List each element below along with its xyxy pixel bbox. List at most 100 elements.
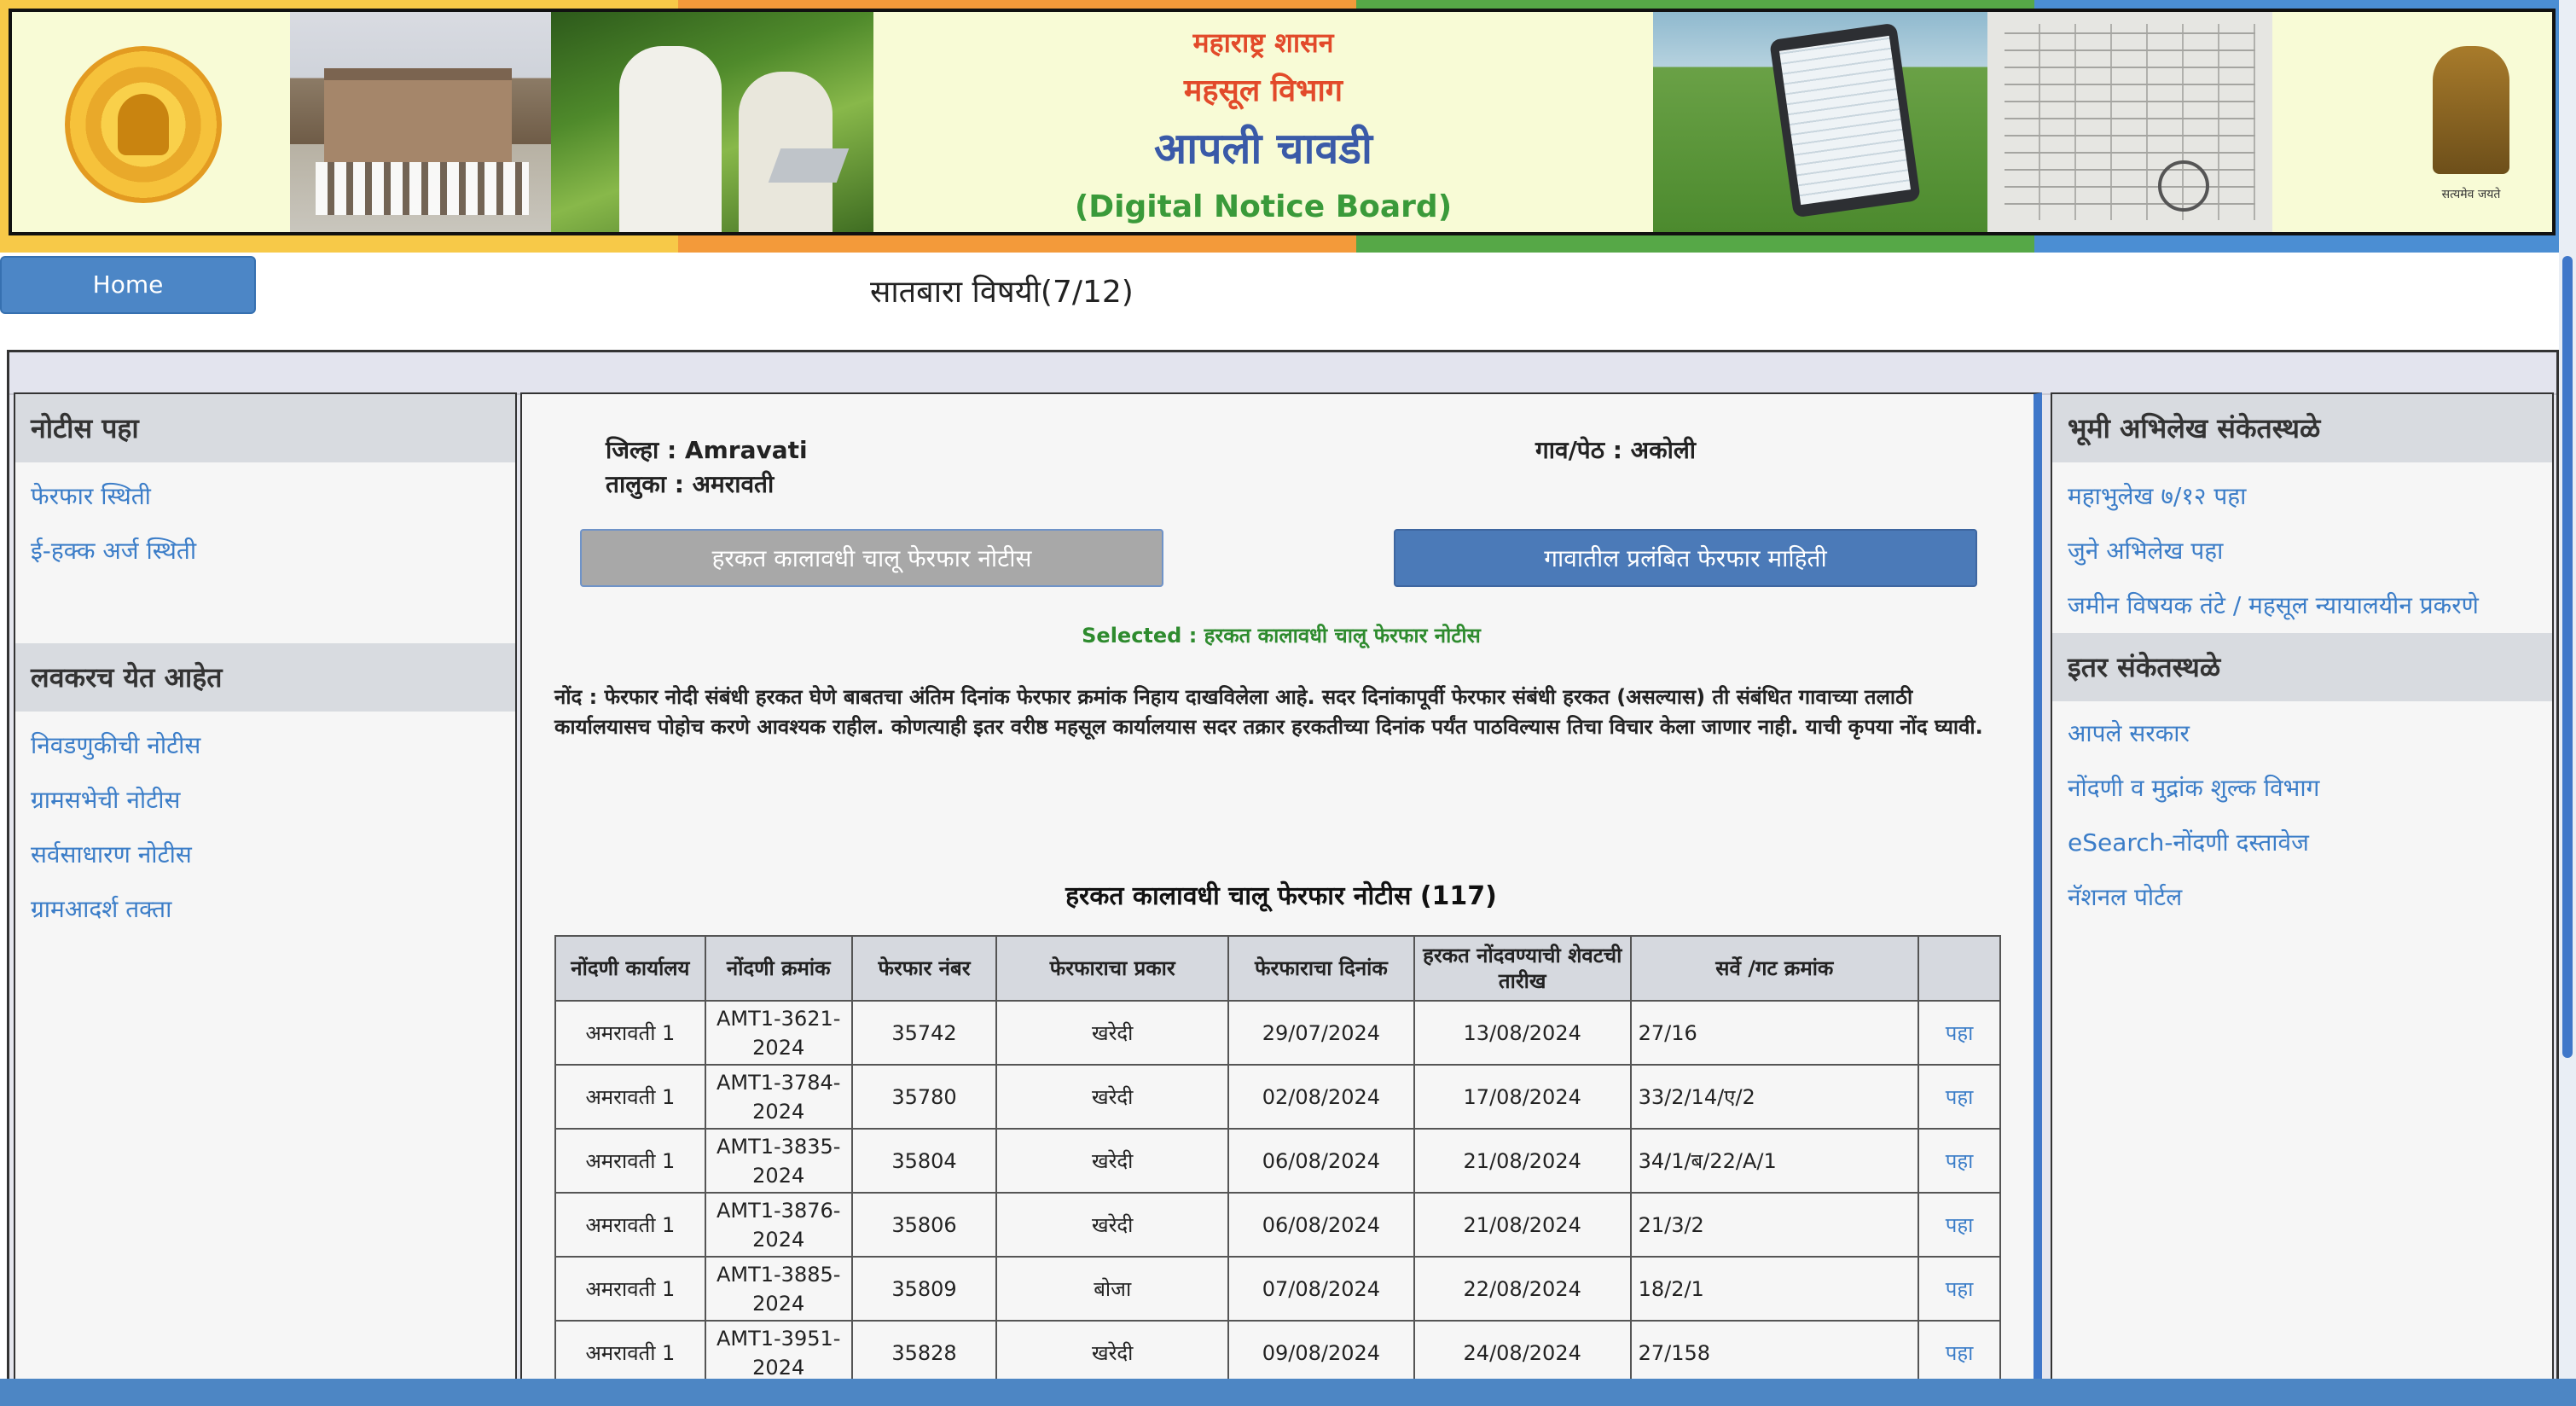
link-land-disputes[interactable]: जमीन विषयक तंटे / महसूल न्यायालयीन प्रकर… xyxy=(2068,589,2479,621)
cell-ferfar-type: खरेदी xyxy=(995,1064,1229,1130)
left-section-notices-title: नोटीस पहा xyxy=(15,394,515,462)
cell-deadline: 21/08/2024 xyxy=(1413,1192,1632,1258)
cell-reg-number: AMT1-3885-2024 xyxy=(704,1256,853,1322)
table-row: अमरावती 1 AMT1-3951-2024 35828 खरेदी 09/… xyxy=(554,1320,2001,1386)
notice-table: नोंदणी कार्यालय नोंदणी क्रमांक फेरफार नं… xyxy=(554,935,2001,1386)
cell-reg-number: AMT1-3951-2024 xyxy=(704,1320,853,1386)
table-row: अमरावती 1 AMT1-3876-2024 35806 खरेदी 06/… xyxy=(554,1192,2001,1258)
link-election-notice[interactable]: निवडणुकीची नोटीस xyxy=(31,729,200,761)
link-registration-stamps[interactable]: नोंदणी व मुद्रांक शुल्क विभाग xyxy=(2068,771,2319,804)
cell-survey: 18/2/1 xyxy=(1629,1256,1920,1322)
cell-office: अमरावती 1 xyxy=(554,1064,706,1130)
disclaimer-note: नोंद : फेरफार नोदी संबंधी हरकत घेणे बाबत… xyxy=(554,685,1983,739)
cell-office: अमरावती 1 xyxy=(554,1192,706,1258)
village-label: गाव/पेठ : अकोली xyxy=(1535,436,1697,464)
village-meeting-photo xyxy=(290,12,551,232)
cell-survey: 33/2/14/ए/2 xyxy=(1629,1064,1920,1130)
cell-ferfar-date: 06/08/2024 xyxy=(1227,1128,1415,1194)
cell-ferfar-number: 35804 xyxy=(850,1128,998,1194)
cell-ferfar-date: 06/08/2024 xyxy=(1227,1192,1415,1258)
col-registration-office: नोंदणी कार्यालय xyxy=(554,935,706,1002)
cell-action: पहा xyxy=(1917,1256,2001,1322)
banner-line-government: महाराष्ट्र शासन xyxy=(1192,26,1334,59)
link-ferfar-status[interactable]: फेरफार स्थिती xyxy=(31,479,151,512)
cell-action: पहा xyxy=(1917,1320,2001,1386)
banner-inner: महाराष्ट्र शासन महसूल विभाग आपली चावडी (… xyxy=(9,9,2556,235)
link-national-portal[interactable]: नॅशनल पोर्टल xyxy=(2068,880,2182,913)
cell-survey: 27/16 xyxy=(1629,1000,1920,1066)
link-e-hakk-status[interactable]: ई-हक्क अर्ज स्थिती xyxy=(31,534,196,566)
table-row: अमरावती 1 AMT1-3835-2024 35804 खरेदी 06/… xyxy=(554,1128,2001,1194)
col-ferfar-type: फेरफाराचा प्रकार xyxy=(995,935,1229,1002)
district-label: जिल्हा : Amravati xyxy=(606,436,808,464)
cell-survey: 21/3/2 xyxy=(1629,1192,1920,1258)
link-esearch[interactable]: eSearch-नोंदणी दस्तावेज xyxy=(2068,826,2309,858)
cell-action: पहा xyxy=(1917,1000,2001,1066)
link-old-records[interactable]: जुने अभिलेख पहा xyxy=(2068,534,2223,566)
view-link[interactable]: पहा xyxy=(1946,1277,1974,1301)
land-record-document-photo xyxy=(1987,12,2272,232)
cell-reg-number: AMT1-3835-2024 xyxy=(704,1128,853,1194)
table-row: अमरावती 1 AMT1-3621-2024 35742 खरेदी 29/… xyxy=(554,1000,2001,1066)
cell-office: अमरावती 1 xyxy=(554,1256,706,1322)
table-row: अमरावती 1 AMT1-3784-2024 35780 खरेदी 02/… xyxy=(554,1064,2001,1130)
link-gramsabha-notice[interactable]: ग्रामसभेची नोटीस xyxy=(31,783,180,816)
link-aaple-sarkar[interactable]: आपले सरकार xyxy=(2068,717,2190,749)
page-title: सातबारा विषयी(7/12) xyxy=(870,275,1134,310)
view-link[interactable]: पहा xyxy=(1946,1149,1974,1173)
tab-pending-ferfar-info[interactable]: गावातील प्रलंबित फेरफार माहिती xyxy=(1394,529,1977,587)
home-button[interactable]: Home xyxy=(0,256,256,314)
cell-office: अमरावती 1 xyxy=(554,1320,706,1386)
col-survey-number: सर्वे /गट क्रमांक xyxy=(1629,935,1920,1002)
cell-ferfar-type: खरेदी xyxy=(995,1000,1229,1066)
col-objection-deadline: हरकत नोंदवण्याची शेवटची तारीख xyxy=(1413,935,1632,1002)
tab-active-ferfar-notice[interactable]: हरकत कालावधी चालू फेरफार नोटीस xyxy=(580,529,1163,587)
cell-deadline: 24/08/2024 xyxy=(1413,1320,1632,1386)
cell-ferfar-number: 35780 xyxy=(850,1064,998,1130)
banner-line-subtitle: (Digital Notice Board) xyxy=(1074,189,1453,224)
emblem-motto: सत्यमेव जयते xyxy=(2441,188,2501,201)
cell-ferfar-number: 35828 xyxy=(850,1320,998,1386)
link-mahabhulekh[interactable]: महाभुलेख ७/१२ पहा xyxy=(2068,479,2246,512)
bottom-bar xyxy=(0,1379,2576,1406)
view-link[interactable]: पहा xyxy=(1946,1085,1974,1109)
table-header-row: नोंदणी कार्यालय नोंदणी क्रमांक फेरफार नं… xyxy=(554,935,2001,1002)
cell-survey: 27/158 xyxy=(1629,1320,1920,1386)
cell-ferfar-date: 02/08/2024 xyxy=(1227,1064,1415,1130)
cell-deadline: 13/08/2024 xyxy=(1413,1000,1632,1066)
tablet-field-photo xyxy=(1653,12,1987,232)
cell-action: पहा xyxy=(1917,1128,2001,1194)
view-link[interactable]: पहा xyxy=(1946,1213,1974,1237)
national-emblem-icon: सत्यमेव जयते xyxy=(2416,46,2527,208)
banner-title-block: महाराष्ट्र शासन महसूल विभाग आपली चावडी (… xyxy=(873,12,1653,232)
cell-deadline: 22/08/2024 xyxy=(1413,1256,1632,1322)
link-general-notice[interactable]: सर्वसाधारण नोटीस xyxy=(31,838,192,870)
banner-line-app-name: आपली चावडी xyxy=(1154,124,1372,173)
cell-deadline: 21/08/2024 xyxy=(1413,1128,1632,1194)
taluka-label: तालुका : अमरावती xyxy=(606,470,775,498)
view-link[interactable]: पहा xyxy=(1946,1341,1974,1365)
view-link[interactable]: पहा xyxy=(1946,1021,1974,1045)
right-section-other-sites-title: इतर संकेतस्थळे xyxy=(2052,633,2552,701)
cell-ferfar-type: खरेदी xyxy=(995,1128,1229,1194)
cell-ferfar-date: 29/07/2024 xyxy=(1227,1000,1415,1066)
cell-reg-number: AMT1-3784-2024 xyxy=(704,1064,853,1130)
selected-tab-indicator: Selected : हरकत कालावधी चालू फेरफार नोटी… xyxy=(1082,624,1481,648)
link-gramadarsh-chart[interactable]: ग्रामआदर्श तक्ता xyxy=(31,892,171,925)
cell-action: पहा xyxy=(1917,1064,2001,1130)
cell-ferfar-type: खरेदी xyxy=(995,1192,1229,1258)
page-scrollbar[interactable] xyxy=(2559,0,2576,1406)
scrollbar-thumb[interactable] xyxy=(2562,256,2573,1058)
col-action xyxy=(1917,935,2001,1002)
col-ferfar-number: फेरफार नंबर xyxy=(850,935,998,1002)
header-banner: महाराष्ट्र शासन महसूल विभाग आपली चावडी (… xyxy=(0,0,2559,253)
right-sidebar: भूमी अभिलेख संकेतस्थळे महाभुलेख ७/१२ पहा… xyxy=(2051,392,2554,1406)
cell-survey: 34/1/ब/22/A/1 xyxy=(1629,1128,1920,1194)
cell-reg-number: AMT1-3876-2024 xyxy=(704,1192,853,1258)
cell-office: अमरावती 1 xyxy=(554,1000,706,1066)
field-laptop-photo xyxy=(551,12,873,232)
notice-table-title: हरकत कालावधी चालू फेरफार नोटीस (117) xyxy=(1065,881,1497,911)
col-ferfar-date: फेरफाराचा दिनांक xyxy=(1227,935,1415,1002)
left-section-coming-soon-title: लवकरच येत आहेत xyxy=(15,643,515,712)
banner-line-department: महसूल विभाग xyxy=(1183,73,1343,108)
